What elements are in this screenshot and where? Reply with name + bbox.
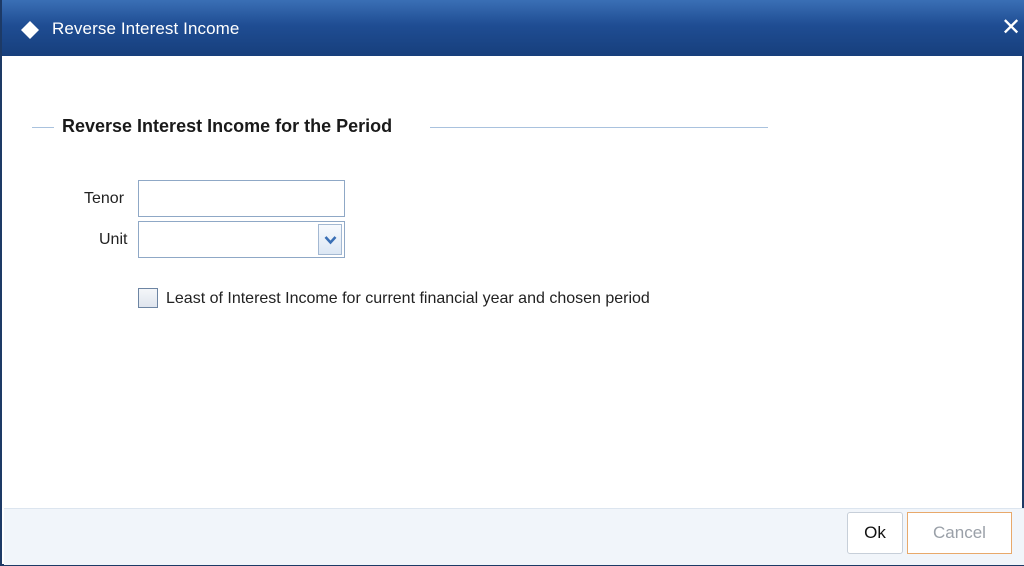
chevron-down-icon [324, 236, 337, 245]
least-of-interest-label: Least of Interest Income for current fin… [166, 290, 650, 307]
dialog-title: Reverse Interest Income [52, 19, 240, 38]
diamond-icon [21, 21, 39, 39]
unit-label: Unit [99, 231, 128, 248]
tenor-input[interactable] [138, 180, 345, 217]
dialog-window: Reverse Interest Income ✕ Reverse Intere… [0, 0, 1024, 566]
fieldset-border-left [32, 127, 54, 128]
fieldset-legend: Reverse Interest Income for the Period [62, 116, 393, 136]
close-icon[interactable]: ✕ [998, 14, 1024, 42]
ok-button[interactable]: Ok [847, 512, 903, 554]
cancel-button[interactable]: Cancel [907, 512, 1012, 554]
fieldset-border-right [430, 127, 768, 128]
unit-dropdown-button[interactable] [318, 224, 342, 255]
unit-select[interactable] [138, 221, 345, 258]
tenor-label: Tenor [84, 190, 125, 207]
least-of-interest-checkbox[interactable] [138, 288, 158, 308]
title-bar[interactable]: Reverse Interest Income ✕ [2, 0, 1024, 56]
